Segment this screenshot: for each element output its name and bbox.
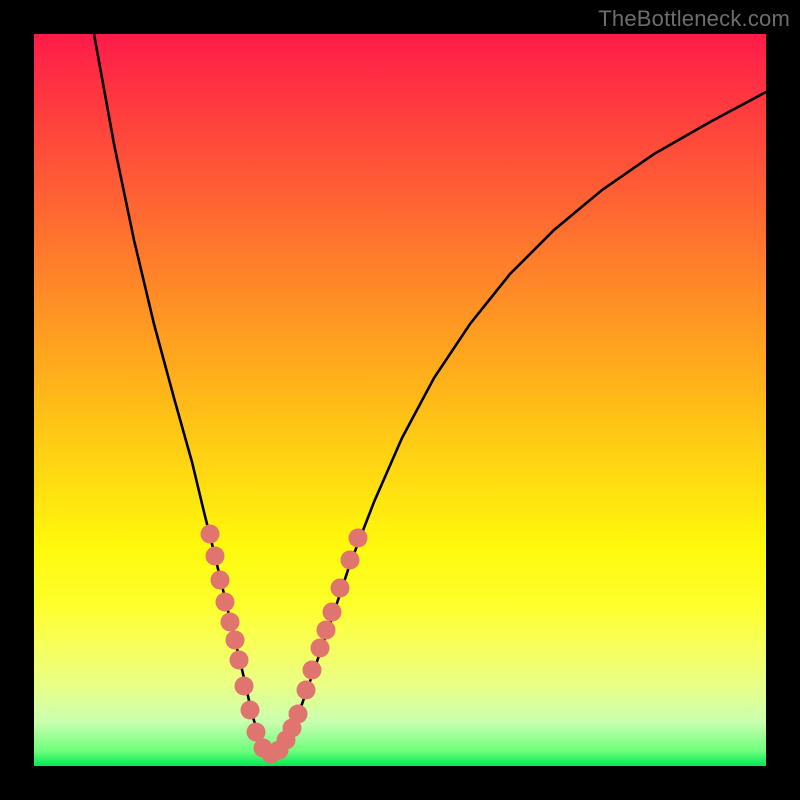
curve-markers	[201, 525, 368, 764]
curve-marker	[235, 677, 254, 696]
curve-marker	[331, 579, 350, 598]
curve-marker	[289, 705, 308, 724]
curve-marker	[221, 613, 240, 632]
bottleneck-curve	[94, 34, 766, 754]
curve-marker	[341, 551, 360, 570]
curve-marker	[211, 571, 230, 590]
curve-marker	[241, 701, 260, 720]
curve-marker	[303, 661, 322, 680]
curve-marker	[201, 525, 220, 544]
curve-marker	[230, 651, 249, 670]
curve-marker	[323, 603, 342, 622]
curve-marker	[311, 639, 330, 658]
chart-frame: TheBottleneck.com	[0, 0, 800, 800]
watermark-text: TheBottleneck.com	[598, 6, 790, 32]
curve-marker	[349, 529, 368, 548]
curve-marker	[206, 547, 225, 566]
curve-marker	[297, 681, 316, 700]
curve-svg	[34, 34, 766, 766]
curve-marker	[226, 631, 245, 650]
curve-marker	[216, 593, 235, 612]
plot-area	[34, 34, 766, 766]
curve-marker	[317, 621, 336, 640]
